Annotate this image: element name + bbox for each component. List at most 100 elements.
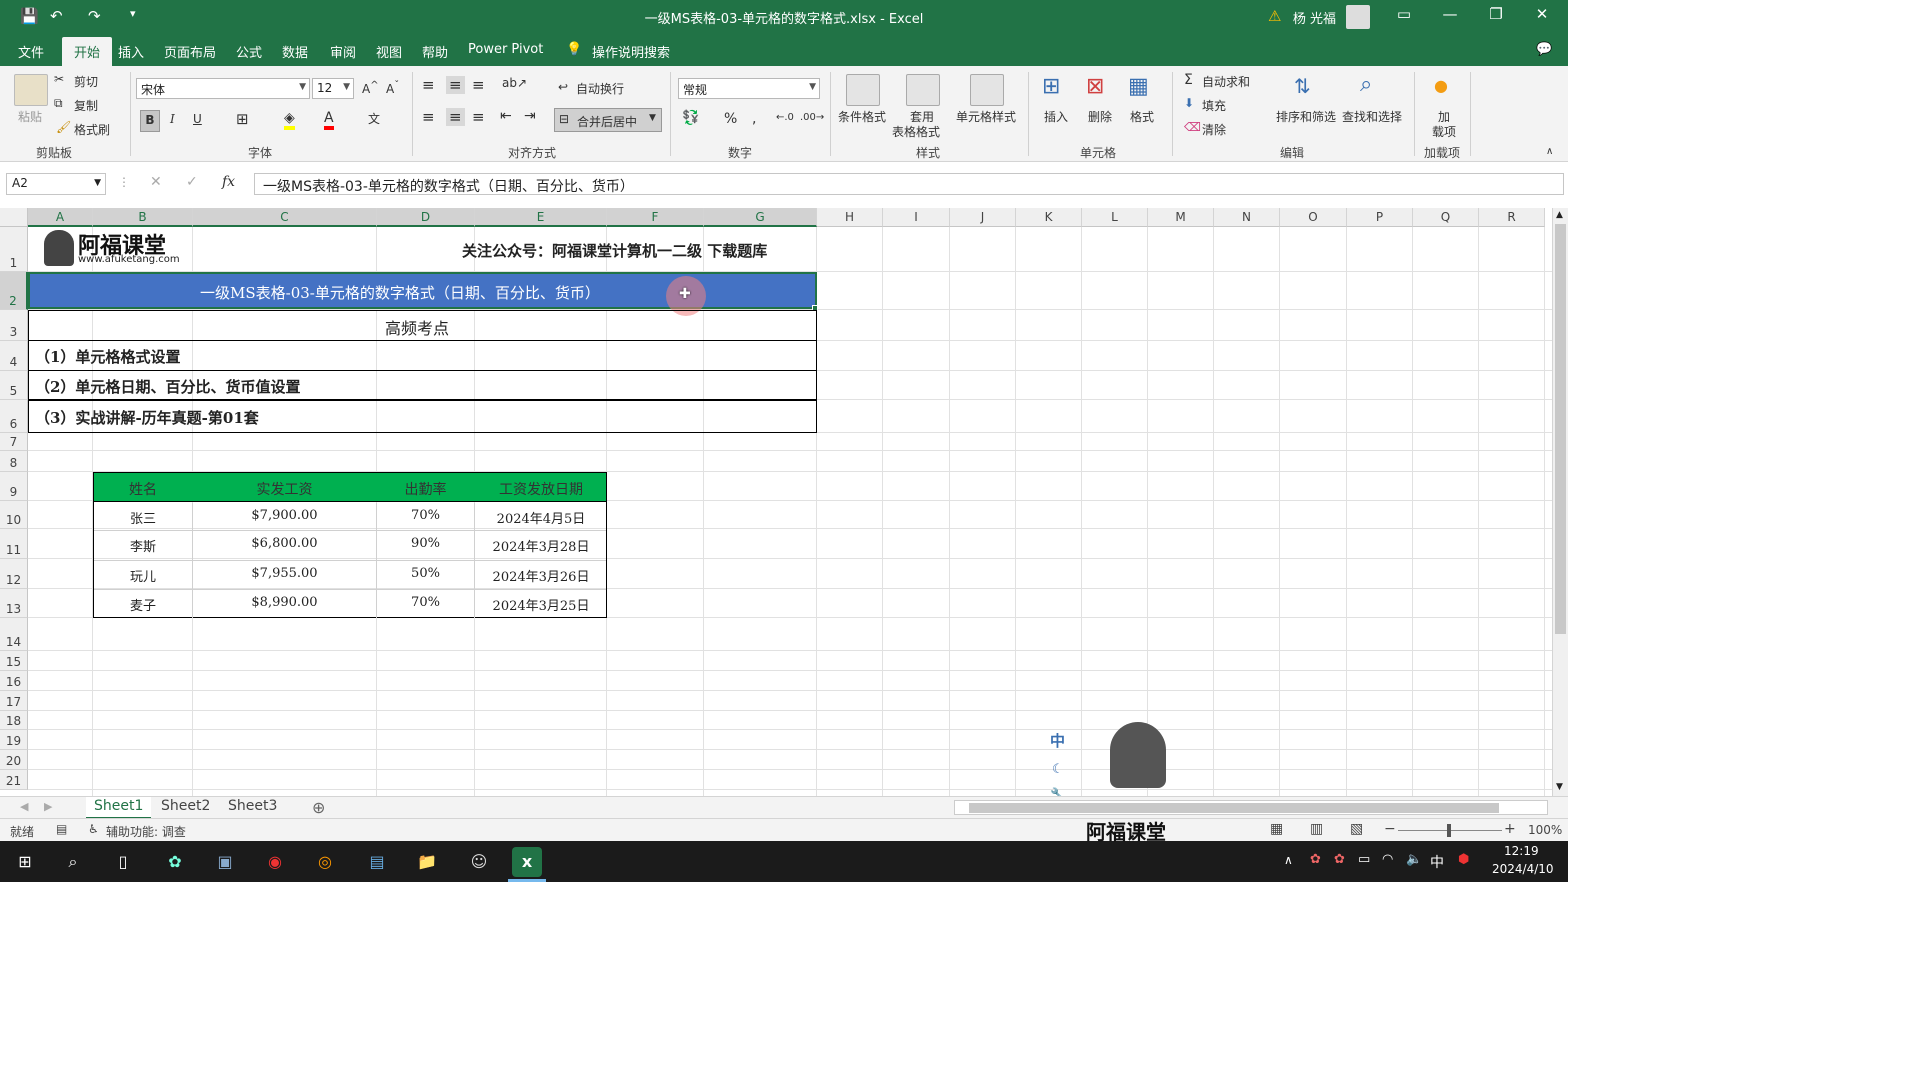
tray-icon-2[interactable]: ✿ bbox=[1334, 852, 1345, 867]
sheet-tab-3[interactable]: Sheet3 bbox=[220, 797, 285, 819]
row-header-6[interactable]: 6 bbox=[0, 400, 28, 433]
page-layout-view-icon[interactable]: ▥ bbox=[1310, 821, 1323, 837]
zoom-out-icon[interactable]: − bbox=[1384, 821, 1396, 837]
fill-button[interactable]: 填充 bbox=[1202, 97, 1226, 114]
sort-filter-button[interactable]: 排序和筛选 bbox=[1276, 108, 1336, 125]
chrome-icon[interactable]: ◉ bbox=[260, 847, 290, 877]
close-button[interactable]: ✕ bbox=[1520, 5, 1564, 23]
macro-record-icon[interactable]: ▤ bbox=[56, 822, 67, 836]
accessibility-status[interactable]: 辅助功能: 调查 bbox=[106, 823, 186, 840]
increase-indent-icon[interactable]: ⇥ bbox=[524, 108, 536, 124]
cancel-icon[interactable]: ✕ bbox=[150, 174, 162, 190]
row-header-17[interactable]: 17 bbox=[0, 691, 28, 711]
search-icon[interactable]: ⌕ bbox=[58, 847, 88, 877]
row-header-21[interactable]: 21 bbox=[0, 770, 28, 790]
column-header-m[interactable]: M bbox=[1148, 208, 1214, 227]
column-header-a[interactable]: A bbox=[28, 208, 93, 227]
phonetic-icon[interactable]: 文 bbox=[368, 110, 380, 127]
tab-view[interactable]: 视图 bbox=[376, 42, 402, 61]
shrink-font-icon[interactable]: Aˇ bbox=[386, 80, 399, 96]
table-row[interactable]: 玩儿 $7,955.00 50% 2024年3月26日 bbox=[94, 561, 606, 590]
tab-home[interactable]: 开始 bbox=[62, 37, 113, 66]
conditional-format-icon[interactable] bbox=[846, 74, 880, 106]
increase-decimal-icon[interactable]: ←.0 bbox=[776, 112, 794, 123]
wifi-icon[interactable]: ◠ bbox=[1382, 852, 1393, 867]
hscroll-thumb[interactable] bbox=[969, 803, 1499, 813]
table-row[interactable]: 张三 $7,900.00 70% 2024年4月5日 bbox=[94, 503, 606, 531]
insert-cells-button[interactable]: 插入 bbox=[1044, 108, 1068, 125]
tab-data[interactable]: 数据 bbox=[282, 42, 308, 61]
point-cell-1[interactable]: （1）单元格格式设置 bbox=[28, 341, 817, 371]
add-sheet-icon[interactable]: ⊕ bbox=[312, 798, 325, 817]
prev-sheet-icon[interactable]: ◀ bbox=[20, 800, 28, 813]
decrease-indent-icon[interactable]: ⇤ bbox=[500, 108, 512, 124]
sheet-tab-2[interactable]: Sheet2 bbox=[153, 797, 218, 819]
tab-insert[interactable]: 插入 bbox=[118, 42, 144, 61]
tray-icon-1[interactable]: ✿ bbox=[1310, 852, 1321, 867]
subtitle-cell[interactable]: 高频考点 bbox=[28, 310, 817, 341]
enter-icon[interactable]: ✓ bbox=[186, 174, 198, 190]
battery-icon[interactable]: ▭ bbox=[1358, 852, 1370, 867]
comments-icon[interactable]: 💬 bbox=[1536, 42, 1552, 57]
percent-style-button[interactable]: % bbox=[724, 111, 737, 127]
align-center-icon[interactable]: ≡ bbox=[446, 108, 465, 126]
tab-page-layout[interactable]: 页面布局 bbox=[164, 42, 216, 61]
excel-taskbar-icon[interactable]: x bbox=[512, 847, 542, 877]
column-header-j[interactable]: J bbox=[950, 208, 1016, 227]
row-header-19[interactable]: 19 bbox=[0, 730, 28, 750]
align-middle-icon[interactable]: ≡ bbox=[446, 76, 465, 94]
table-row[interactable]: 李斯 $6,800.00 90% 2024年3月28日 bbox=[94, 531, 606, 561]
column-header-g[interactable]: G bbox=[704, 208, 817, 227]
volume-icon[interactable]: 🔈 bbox=[1406, 852, 1422, 867]
row-header-4[interactable]: 4 bbox=[0, 341, 28, 371]
windows-start-icon[interactable]: ⊞ bbox=[10, 847, 40, 877]
table-cell-salary[interactable]: $6,800.00 bbox=[193, 536, 376, 551]
decrease-decimal-icon[interactable]: .00→ bbox=[800, 112, 824, 123]
format-painter-button[interactable]: 格式刷 bbox=[74, 121, 110, 138]
column-header-l[interactable]: L bbox=[1082, 208, 1148, 227]
underline-button[interactable]: U bbox=[193, 112, 202, 126]
tab-help[interactable]: 帮助 bbox=[422, 42, 448, 61]
font-color-icon[interactable]: A bbox=[324, 110, 334, 130]
zoom-level[interactable]: 100% bbox=[1528, 823, 1562, 837]
horizontal-scrollbar[interactable] bbox=[954, 800, 1548, 815]
row-header-1[interactable]: 1 bbox=[0, 227, 28, 272]
column-header-q[interactable]: Q bbox=[1413, 208, 1479, 227]
task-view-icon[interactable]: ▯ bbox=[108, 847, 138, 877]
collapse-ribbon-icon[interactable]: ∧ bbox=[1546, 146, 1553, 157]
column-header-o[interactable]: O bbox=[1280, 208, 1347, 227]
clear-button[interactable]: 清除 bbox=[1202, 121, 1226, 138]
wrap-text-button[interactable]: 自动换行 bbox=[576, 80, 624, 97]
insert-function-button[interactable]: fx bbox=[222, 174, 235, 190]
tell-me-search[interactable]: 操作说明搜索 bbox=[592, 42, 670, 61]
table-cell-name[interactable]: 李斯 bbox=[94, 536, 192, 555]
cell-styles-icon[interactable] bbox=[970, 74, 1004, 106]
zoom-thumb[interactable] bbox=[1447, 824, 1451, 837]
user-name[interactable]: 杨 光福 bbox=[1293, 8, 1336, 27]
tab-file[interactable]: 文件 bbox=[18, 42, 44, 61]
grow-font-icon[interactable]: A^ bbox=[362, 80, 379, 96]
tab-formulas[interactable]: 公式 bbox=[236, 42, 262, 61]
conditional-format-button[interactable]: 条件格式 bbox=[838, 108, 886, 125]
column-header-e[interactable]: E bbox=[475, 208, 607, 227]
scroll-up-icon[interactable]: ▲ bbox=[1556, 210, 1563, 220]
browser-icon[interactable]: ◎ bbox=[310, 847, 340, 877]
bold-button[interactable]: B bbox=[140, 110, 160, 132]
table-cell-attendance[interactable]: 50% bbox=[377, 566, 474, 581]
select-all-button[interactable] bbox=[0, 208, 28, 227]
formula-input[interactable]: 一级MS表格-03-单元格的数字格式（日期、百分比、货币） bbox=[254, 173, 1564, 195]
table-cell-attendance[interactable]: 70% bbox=[377, 595, 474, 610]
font-size-select[interactable]: 12 ▼ bbox=[312, 78, 354, 99]
addins-line2[interactable]: 载项 bbox=[1432, 123, 1456, 140]
moon-icon[interactable]: ☾ bbox=[1052, 762, 1064, 777]
app-icon-4[interactable]: ☺ bbox=[464, 847, 494, 877]
paste-icon[interactable] bbox=[14, 74, 48, 106]
number-format-select[interactable]: 常规 ▼ bbox=[678, 78, 820, 99]
avatar[interactable] bbox=[1346, 5, 1370, 29]
file-explorer-icon[interactable]: 📁 bbox=[412, 847, 442, 877]
row-header-5[interactable]: 5 bbox=[0, 371, 28, 400]
fill-color-icon[interactable]: ◈ bbox=[284, 110, 295, 130]
comma-style-button[interactable]: , bbox=[752, 111, 756, 127]
scroll-down-icon[interactable]: ▼ bbox=[1556, 782, 1563, 792]
table-cell-name[interactable]: 麦子 bbox=[94, 595, 192, 614]
